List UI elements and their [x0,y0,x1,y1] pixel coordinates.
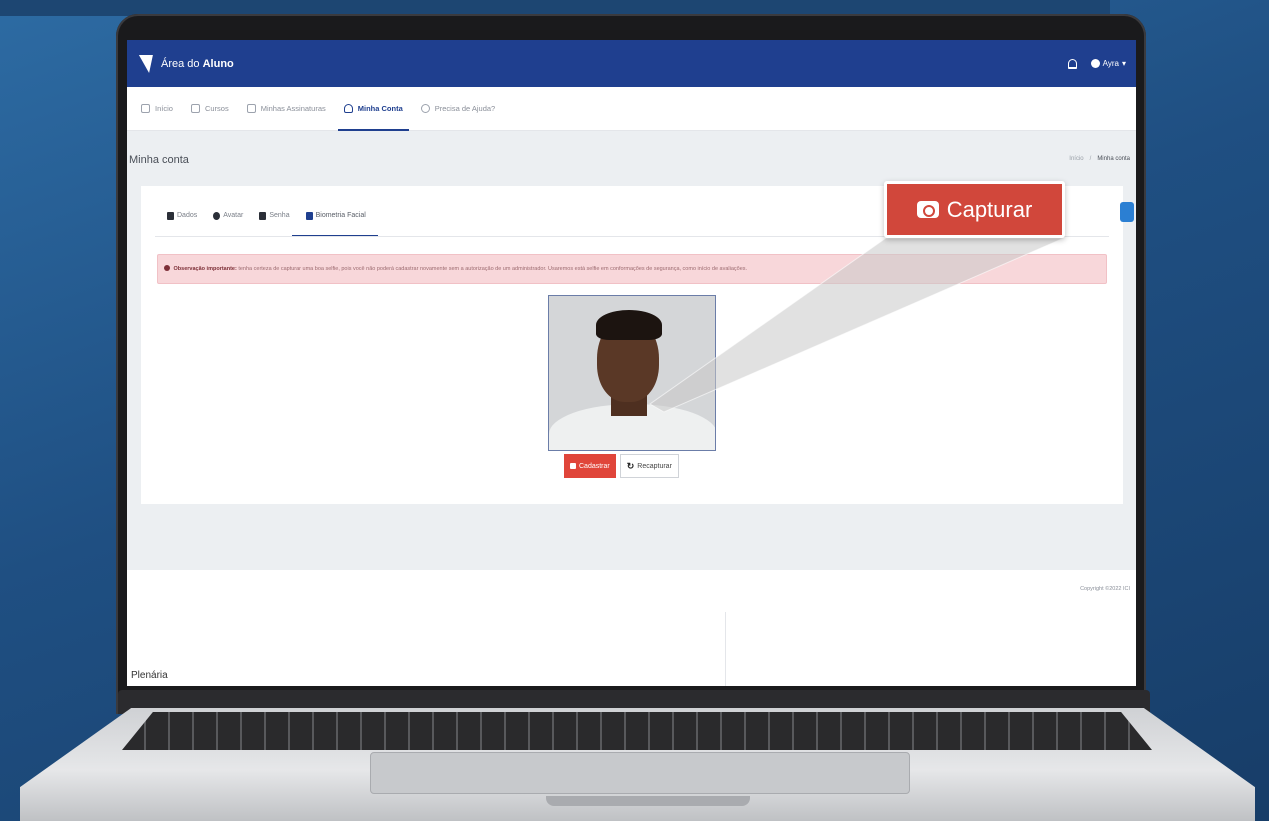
recapture-button[interactable]: ↻ Recapturar [619,454,679,478]
nav-label: Minhas Assinaturas [260,104,326,113]
accessibility-icon[interactable] [1120,202,1134,222]
nav-item-inicio[interactable]: Início [141,87,173,131]
camera-icon [305,212,313,220]
selfie-preview [548,295,716,451]
app-header: Área do Aluno Ayra ▾ [127,40,1136,87]
tab-senha[interactable]: Senha [259,204,290,236]
tab-dados[interactable]: Dados [167,204,197,236]
laptop-trackpad [370,752,910,794]
camera-icon [916,201,939,218]
page-title: Minha conta [129,154,189,166]
nav-item-minha-conta[interactable]: Minha Conta [337,87,409,131]
nav-label: Cursos [204,104,229,113]
nav-item-ajuda[interactable]: Precisa de Ajuda? [420,87,496,131]
user-menu[interactable]: Ayra ▾ [1090,59,1126,68]
tab-label: Biometria Facial [315,212,366,219]
logo-icon [135,54,153,73]
nav-label: Precisa de Ajuda? [434,104,496,113]
laptop-keyboard [122,712,1152,750]
redo-icon: ↻ [626,460,635,471]
page-header: Minha conta Início / Minha conta [127,150,1136,172]
book-icon [190,104,200,113]
home-icon [141,104,150,113]
warning-icon [164,265,170,271]
cart-icon [246,104,256,113]
nav-item-assinaturas[interactable]: Minhas Assinaturas [246,87,326,131]
footer-area [127,570,1136,686]
user-name: Ayra [1102,59,1119,68]
user-icon [343,104,353,113]
selfie-actions: Cadastrar ↻ Recapturar [564,454,679,478]
person-hair [596,310,662,340]
breadcrumb-separator: / [1089,156,1092,162]
nav-label: Início [155,104,173,113]
nav-item-cursos[interactable]: Cursos [190,87,229,131]
register-button[interactable]: Cadastrar [564,454,616,478]
bell-icon[interactable] [1067,58,1077,69]
breadcrumb-current: Minha conta [1097,156,1130,162]
breadcrumb-home[interactable]: Início [1069,156,1083,162]
header-actions: Ayra ▾ [1067,40,1126,87]
footer-divider [725,612,726,686]
alert-text: tenha certeza de capturar uma boa selfie… [236,266,748,272]
key-icon [259,212,267,220]
alert-label: Observação importante: [173,266,237,272]
important-alert: Observação importante: tenha certeza de … [157,254,1107,284]
breadcrumb: Início / Minha conta [1069,156,1130,162]
recapture-label: Recapturar [637,462,672,470]
tab-label: Senha [269,212,290,219]
tab-label: Dados [177,212,198,219]
laptop-base [0,690,1269,821]
user-circle-icon [213,212,221,220]
save-icon [570,463,576,469]
account-tabs: Dados Avatar Senha Biometria Facial [167,204,379,236]
capture-callout-button[interactable]: Capturar [884,181,1065,238]
help-icon [420,104,430,113]
nav-label: Minha Conta [357,104,403,113]
section-title: Plenária [131,670,168,681]
main-nav: Início Cursos Minhas Assinaturas Minha C… [127,87,1136,131]
laptop-notch [546,796,750,806]
register-label: Cadastrar [579,462,610,470]
tab-label: Avatar [223,212,244,219]
tab-avatar[interactable]: Avatar [213,204,243,236]
chevron-down-icon: ▾ [1121,59,1126,68]
id-card-icon [167,212,174,220]
app-screen: Área do Aluno Ayra ▾ Início Cursos Minha… [127,40,1136,686]
brand-title: Área do Aluno [161,57,234,70]
user-icon [1090,59,1100,68]
copyright-text: Copyright ©2022 ICI [1080,586,1130,592]
capture-label: Capturar [946,196,1033,222]
tab-biometria-facial[interactable]: Biometria Facial [291,204,379,236]
